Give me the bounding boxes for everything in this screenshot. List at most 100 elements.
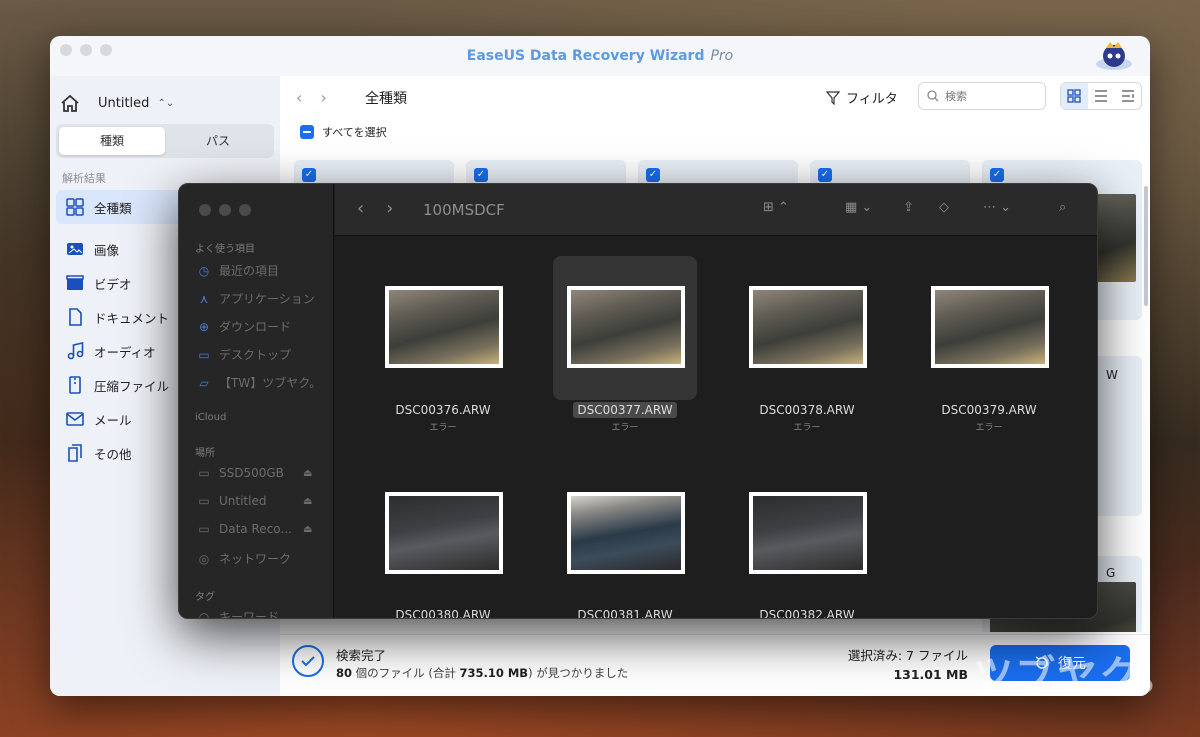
file-name: DSC00379.ARW [941,403,1037,417]
sidebar-item-network[interactable]: ◎ ネットワーク [197,550,291,567]
eject-icon[interactable]: ⏏ [303,496,312,507]
back-icon[interactable]: ‹ [357,198,364,219]
sidebar-item-folder[interactable]: ▱ 【TW】ツブヤク。 [197,374,321,391]
sidebar-item-applications[interactable]: ⋏ アプリケーション [197,290,315,307]
sidebar-item-label: キーワード [219,610,280,619]
sidebar-item-label: オーディオ [94,344,156,360]
group-icon[interactable]: ▦ ⌄ [845,200,872,215]
minimize-button[interactable] [219,204,231,216]
icloud-heading: iCloud [195,412,227,423]
file-thumbnail [931,286,1049,368]
download-icon: ⊕ [198,319,210,334]
more-icon[interactable]: ⋯ ⌄ [983,200,1011,215]
section-label: 解析結果 [62,172,106,185]
view-segment: 種類 パス [56,124,274,158]
sidebar-item-label: メール [94,412,132,428]
search-input[interactable] [945,89,1035,103]
icon-view-icon[interactable]: ⊞ ⌃ [763,200,789,215]
sidebar-item-label: ドキュメント [94,310,170,326]
file-status: エラー [429,423,457,433]
sidebar-item-untitled[interactable]: ▭ Untitled [197,494,266,508]
file-name-text: DSC00377.ARW [573,402,677,418]
tab-path[interactable]: パス [165,127,271,155]
app-title: EaseUS Data Recovery Wizard Pro [466,48,734,64]
forward-icon[interactable]: › [386,198,393,219]
file-thumbnail [385,286,503,368]
desktop-icon: ▭ [198,347,210,362]
nav-arrows: ‹ › [296,88,327,107]
file-count: 80 [336,666,353,680]
check-circle-icon [292,645,324,677]
file-name: DSC00380.ARW [395,608,491,619]
tile-checkbox[interactable]: ✓ [990,168,1004,182]
file-name: DSC00382.ARW [759,608,855,619]
drive-name: Untitled [98,95,150,111]
music-icon [67,342,84,360]
finder-toolbar: ‹ › 100MSDCF ⊞ ⌃ ▦ ⌄ ⇪ ◇ ⋯ ⌄ ⌕ [335,184,1097,236]
file-name: DSC00376.ARW [395,403,491,417]
status-title: 検索完了 [336,648,387,663]
sidebar-item-label: 圧縮ファイル [94,378,170,394]
sidebar-item-label: SSD500GB [219,466,284,480]
sidebar-item-keyword[interactable]: ○ キーワード [197,608,279,619]
applications-icon: ⋏ [199,291,209,306]
tile-checkbox[interactable]: ✓ [474,168,488,182]
titlebar: EaseUS Data Recovery Wizard Pro [50,36,1150,76]
sidebar-item-label: 最近の項目 [219,264,280,278]
scrollbar[interactable] [1144,186,1148,306]
file-thumbnail [749,492,867,574]
file-name: DSC00378.ARW [759,403,855,417]
search-box[interactable] [918,82,1046,110]
sidebar-item-label: その他 [94,446,132,462]
zoom-button[interactable] [239,204,251,216]
file-thumbnail [567,492,685,574]
list-view-button[interactable] [1088,83,1115,109]
sidebar-item-recents[interactable]: ◷ 最近の項目 [197,262,279,279]
sidebar-item-label: 画像 [94,242,120,258]
share-icon[interactable]: ⇪ [903,200,914,215]
filter-button[interactable]: フィルタ [826,88,898,107]
tile-checkbox[interactable]: ✓ [302,168,316,182]
close-button[interactable] [199,204,211,216]
grid-icon [66,198,84,216]
eject-icon[interactable]: ⏏ [303,468,312,479]
drive-icon: ▭ [198,466,210,480]
file-name: DSC00381.ARW [577,608,673,619]
mail-icon [66,412,84,426]
sidebar-item-desktop[interactable]: ▭ デスクトップ [197,346,291,363]
drive-selector[interactable]: Untitled ⌃⌄ [60,94,174,112]
sidebar-item-label: Untitled [219,494,267,508]
back-icon[interactable]: ‹ [296,88,302,107]
eject-icon[interactable]: ⏏ [303,524,312,535]
image-icon [67,243,83,255]
tile-checkbox[interactable]: ✓ [646,168,660,182]
file-thumbnail [567,286,685,368]
drive-icon: ▭ [198,494,210,508]
partial-filename: G [1106,566,1116,580]
sidebar-item-downloads[interactable]: ⊕ ダウンロード [197,318,291,335]
total-size: 735.10 MB [459,666,529,680]
home-icon[interactable] [60,94,80,112]
other-icon [68,444,82,462]
file-thumbnail [385,492,503,574]
forward-icon[interactable]: › [320,88,326,107]
file-thumbnail [749,286,867,368]
grid-view-button[interactable] [1061,83,1088,109]
tag-icon[interactable]: ◇ [939,200,949,215]
file-status: エラー [793,423,821,433]
search-icon[interactable]: ⌕ [1059,200,1066,215]
grid-icon [1067,89,1081,103]
detail-view-button[interactable] [1114,83,1141,109]
archive-icon [69,376,81,394]
toolbar: ‹ › 全種類 フィルタ [280,76,1150,116]
document-icon [69,308,82,326]
tab-type[interactable]: 種類 [59,127,165,155]
select-all[interactable]: すべてを選択 [300,124,387,140]
partial-filename: W [1106,368,1118,382]
sidebar-item-label: ネットワーク [219,552,292,566]
select-all-checkbox[interactable] [300,125,314,139]
tile-checkbox[interactable]: ✓ [818,168,832,182]
detail-icon [1121,90,1134,102]
sidebar-item-ssd[interactable]: ▭ SSD500GB [197,466,284,480]
sidebar-item-data-recovery[interactable]: ▭ Data Reco... [197,522,292,536]
